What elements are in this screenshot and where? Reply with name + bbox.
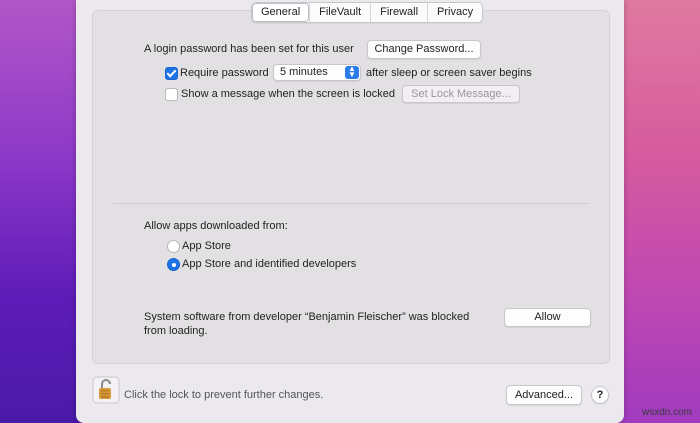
chevron-updown-icon: ▲ ▼ [345,65,359,79]
require-password-checkbox[interactable] [165,67,178,80]
radio-app-store-identified[interactable] [167,258,180,271]
show-message-label: Show a message when the screen is locked [181,88,396,100]
tab-firewall[interactable]: Firewall [370,3,427,22]
password-delay-value: 5 minutes [280,66,328,78]
general-panel: General FileVault Firewall Privacy A log… [92,2,610,364]
allow-apps-heading: Allow apps downloaded from: [144,220,288,232]
radio-app-store-identified-label: App Store and identified developers [182,258,357,270]
show-message-checkbox[interactable] [165,88,178,101]
password-delay-select[interactable]: 5 minutes ▲ ▼ [273,64,361,81]
blocked-software-text-line1: System software from developer “Benjamin… [144,311,470,323]
change-password-button[interactable]: Change Password... [367,40,481,59]
set-lock-message-button[interactable]: Set Lock Message... [402,85,520,103]
tab-bar: General FileVault Firewall Privacy [251,2,484,23]
lock-icon[interactable] [92,376,120,404]
login-password-text: A login password has been set for this u… [144,43,354,55]
advanced-button[interactable]: Advanced... [506,385,582,405]
tab-privacy[interactable]: Privacy [427,3,482,22]
section-divider [113,203,589,204]
radio-app-store[interactable] [167,240,180,253]
blocked-software-text-line2: from loading. [144,325,208,337]
after-sleep-text: after sleep or screen saver begins [366,67,532,79]
require-password-label: Require password [180,67,269,79]
tab-filevault[interactable]: FileVault [309,3,370,22]
lock-hint-text: Click the lock to prevent further change… [124,389,324,401]
security-privacy-window: General FileVault Firewall Privacy A log… [76,0,624,423]
tab-general[interactable]: General [252,3,310,22]
help-button[interactable]: ? [591,386,609,404]
watermark: wsxdn.com [641,407,692,418]
allow-button[interactable]: Allow [504,308,591,327]
radio-app-store-label: App Store [182,240,231,252]
